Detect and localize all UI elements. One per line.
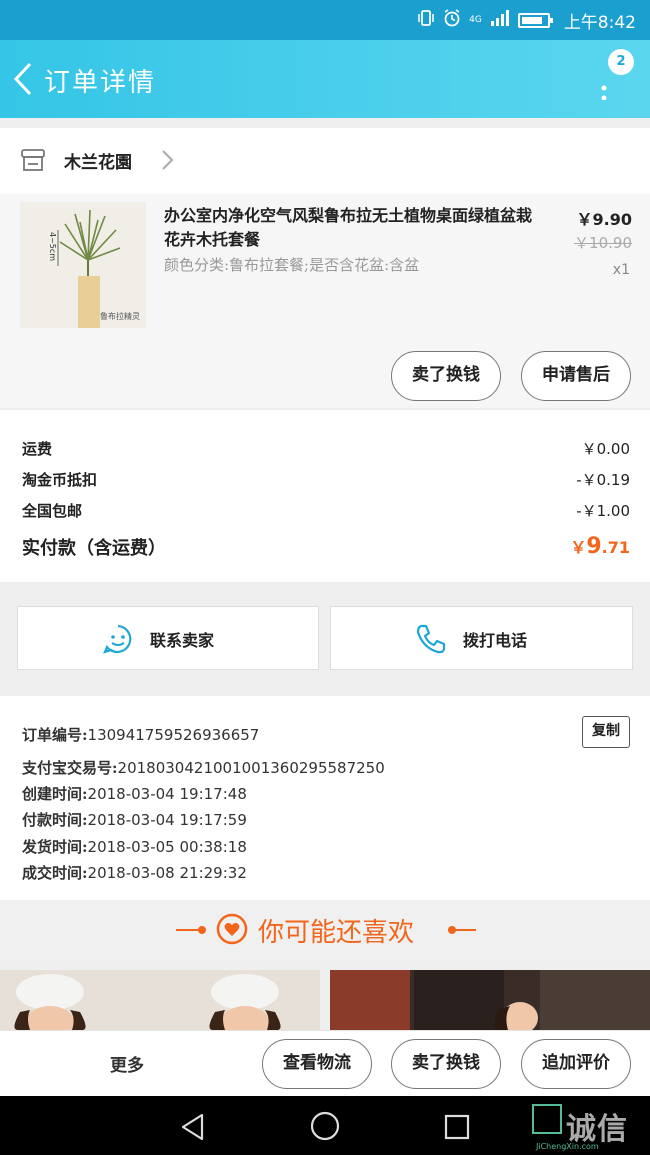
paid-label: 付款时间:	[22, 811, 88, 829]
created-time: 2018-03-04 19:17:48	[87, 785, 247, 803]
message-badge[interactable]: 2	[608, 49, 634, 75]
alarm-icon	[443, 9, 461, 32]
shipped-time: 2018-03-05 00:38:18	[87, 838, 247, 856]
free-ship-value: -￥1.00	[576, 502, 630, 520]
status-bar: 4G 上午8:42	[0, 0, 650, 40]
product-photo	[0, 970, 320, 1030]
shop-name[interactable]: 木兰花園	[64, 148, 132, 173]
paid-row: 付款时间:2018-03-04 19:17:59	[22, 809, 247, 831]
fee-summary: 运费 ￥0.00 淘金币抵扣 -￥0.19 全国包邮 -￥1.00 实付款（含运…	[0, 410, 650, 582]
resell-bottom-button[interactable]: 卖了换钱	[391, 1039, 501, 1089]
free-ship-label: 全国包邮	[22, 502, 83, 520]
page-title: 订单详情	[44, 68, 157, 98]
order-number: 1309417595269366​57	[87, 726, 260, 744]
nav-back-icon[interactable]	[178, 1112, 208, 1142]
shipping-label: 运费	[22, 440, 53, 458]
order-number-row: 订单编号:1309417595269366​57	[22, 724, 259, 746]
product-card[interactable]: 4~5cm 鲁布拉精灵 办公室内净化空气风梨鲁布拉无土植物桌面绿植盆栽花卉木托套…	[0, 194, 650, 408]
back-arrow-icon[interactable]	[10, 60, 36, 98]
product-spec: 颜色分类:鲁布拉套餐;是否含花盆:含盆	[164, 256, 420, 274]
order-number-label: 订单编号:	[22, 726, 88, 744]
watermark-logo-icon	[532, 1104, 562, 1134]
coin-row: 淘金币抵扣 -￥0.19	[22, 469, 630, 493]
order-info: 订单编号:1309417595269366​57 复制 支付宝交易号:20180…	[0, 696, 650, 900]
nav-home-icon[interactable]	[309, 1110, 341, 1142]
product-original-price: ￥10.90	[574, 234, 632, 252]
clock-time: 上午8:42	[563, 13, 636, 33]
shipped-label: 发货时间:	[22, 838, 88, 856]
call-button[interactable]: 拨打电话	[330, 606, 633, 670]
paid-time: 2018-03-04 19:17:59	[87, 811, 247, 829]
completed-time: 2018-03-08 21:29:32	[87, 864, 247, 882]
contact-seller-button[interactable]: 联系卖家	[17, 606, 319, 670]
created-label: 创建时间:	[22, 785, 88, 803]
alipay-number: 2018030421001001360295587250	[117, 759, 385, 777]
network-type: 4G	[469, 15, 482, 25]
total-label: 实付款（含运费）	[22, 538, 166, 559]
call-label: 拨打电话	[463, 631, 528, 650]
shipped-row: 发货时间:2018-03-05 00:38:18	[22, 836, 247, 858]
signal-icon	[490, 10, 510, 31]
recommend-item[interactable]	[330, 970, 650, 1030]
vibrate-icon	[417, 9, 435, 32]
system-nav-bar: 诚信 JiChengXin.com	[0, 1096, 650, 1155]
coin-value: -￥0.19	[576, 471, 630, 489]
thumbnail-caption: 鲁布拉精灵	[100, 312, 140, 321]
nav-bar: 订单详情 2	[0, 40, 650, 118]
product-quantity: x1	[612, 262, 630, 278]
resell-button[interactable]: 卖了换钱	[391, 351, 501, 401]
product-title[interactable]: 办公室内净化空气风梨鲁布拉无土植物桌面绿植盆栽花卉木托套餐	[164, 204, 544, 252]
recommend-title: 你可能还喜欢	[258, 918, 415, 948]
coin-label: 淘金币抵扣	[22, 471, 98, 489]
chat-icon	[103, 624, 132, 654]
completed-row: 成交时间:2018-03-08 21:29:32	[22, 862, 247, 884]
more-button[interactable]: 更多	[110, 1051, 144, 1076]
total-row: 实付款（含运费） ￥9.71	[22, 534, 630, 564]
completed-label: 成交时间:	[22, 864, 88, 882]
product-price: ￥9.90	[576, 210, 632, 229]
recommend-item[interactable]	[0, 970, 320, 1030]
phone-icon	[416, 624, 446, 654]
nav-recent-icon[interactable]	[443, 1113, 471, 1141]
plant-image	[20, 202, 146, 328]
product-thumbnail[interactable]: 4~5cm 鲁布拉精灵	[20, 202, 146, 328]
dot-left	[198, 926, 206, 934]
store-icon	[21, 149, 45, 171]
total-value: ￥9.71	[570, 534, 630, 559]
view-logistics-button[interactable]: 查看物流	[262, 1039, 372, 1089]
product-photo	[330, 970, 650, 1030]
add-review-button[interactable]: 追加评价	[521, 1039, 631, 1089]
status-icons: 4G 上午8:42	[417, 8, 636, 33]
alipay-label: 支付宝交易号:	[22, 759, 118, 777]
watermark-url: JiChengXin.com	[536, 1142, 599, 1151]
recommend-header: 你可能还喜欢	[0, 900, 650, 960]
shipping-row: 运费 ￥0.00	[22, 438, 630, 462]
shipping-value: ￥0.00	[581, 440, 630, 458]
battery-icon	[517, 13, 553, 28]
alipay-row: 支付宝交易号:2018030421001001360295587250	[22, 757, 385, 779]
total-currency: ￥	[570, 538, 587, 557]
total-decimal: .71	[601, 538, 630, 557]
divider-right	[448, 929, 476, 931]
bottom-action-bar: 更多 查看物流 卖了换钱 追加评价	[0, 1030, 650, 1096]
shop-header[interactable]: 木兰花園	[0, 128, 650, 194]
contact-seller-label: 联系卖家	[150, 631, 215, 650]
total-integer: 9	[586, 534, 602, 559]
heart-icon	[216, 913, 248, 945]
copy-button[interactable]: 复制	[582, 716, 630, 748]
watermark: 诚信 JiChengXin.com	[532, 1104, 628, 1151]
free-ship-row: 全国包邮 -￥1.00	[22, 500, 630, 524]
created-row: 创建时间:2018-03-04 19:17:48	[22, 783, 247, 805]
chevron-right-icon	[162, 150, 174, 170]
size-label: 4~5cm	[48, 232, 57, 262]
after-sale-button[interactable]: 申请售后	[521, 351, 631, 401]
